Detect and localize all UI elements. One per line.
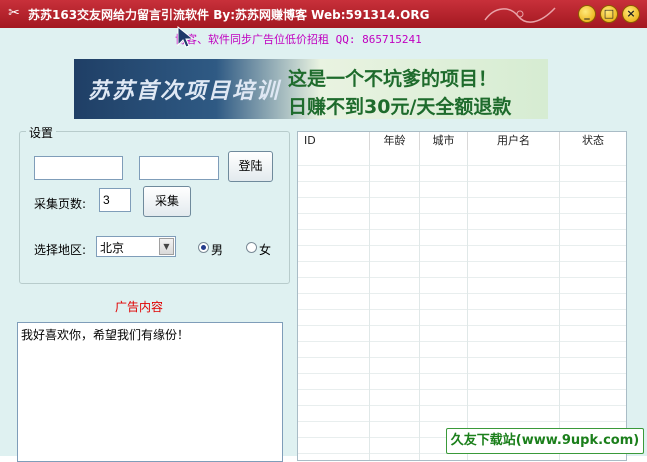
column-divider <box>369 150 370 460</box>
settings-legend: 设置 <box>26 124 57 141</box>
login-button[interactable]: 登陆 <box>228 151 273 182</box>
col-id[interactable]: ID <box>298 132 370 150</box>
region-label: 选择地区: <box>34 243 87 257</box>
col-username[interactable]: 用户名 <box>468 132 560 150</box>
training-banner[interactable]: 苏苏首次项目培训 这是一个不坑爹的项目！ 日赚不到30元/天全额退款 <box>74 59 548 119</box>
ad-content-title: 广告内容 <box>115 300 164 314</box>
minimize-button[interactable]: _ <box>578 5 596 23</box>
col-status[interactable]: 状态 <box>560 132 626 150</box>
col-city[interactable]: 城市 <box>420 132 468 150</box>
col-age[interactable]: 年龄 <box>370 132 420 150</box>
banner-left-text: 苏苏首次项目培训 <box>88 78 281 104</box>
chevron-down-icon[interactable]: ▼ <box>159 238 174 255</box>
site-watermark: 久友下载站(www.9upk.com) <box>446 428 644 454</box>
pages-input[interactable] <box>99 188 131 212</box>
table-header: ID 年龄 城市 用户名 状态 <box>298 132 626 151</box>
ad-content-textarea[interactable]: 我好喜欢你，希望我们有缘份！ <box>17 322 283 462</box>
radio-male-label[interactable]: 男 <box>211 241 223 258</box>
column-divider <box>419 150 420 460</box>
region-value: 北京 <box>100 241 125 255</box>
radio-male[interactable] <box>198 242 209 253</box>
username-input[interactable] <box>34 156 123 180</box>
mouse-cursor-icon <box>177 26 195 48</box>
password-input[interactable] <box>139 156 219 180</box>
results-table[interactable]: ID 年龄 城市 用户名 状态 <box>297 131 627 461</box>
column-divider <box>467 150 468 460</box>
table-body[interactable] <box>298 150 626 460</box>
pages-label: 采集页数: <box>34 197 87 211</box>
banner-line2: 日赚不到30元/天全额退款 <box>288 96 512 118</box>
title-bar[interactable]: ✂ 苏苏163交友网给力留言引流软件 By:苏苏网赚博客 Web:591314.… <box>0 0 647 28</box>
ribbon-icon: ✂ <box>8 5 20 21</box>
window-title: 苏苏163交友网给力留言引流软件 By:苏苏网赚博客 Web:591314.OR… <box>28 8 430 22</box>
column-divider <box>559 150 560 460</box>
radio-female[interactable] <box>246 242 257 253</box>
close-button[interactable]: × <box>622 5 640 23</box>
region-select[interactable]: 北京 ▼ <box>96 236 176 257</box>
maximize-button[interactable]: □ <box>600 5 618 23</box>
marquee-ad-text: 博客、软件同步广告位低价招租 QQ: 865715241 <box>175 33 422 46</box>
collect-button[interactable]: 采集 <box>143 186 191 217</box>
radio-female-label[interactable]: 女 <box>259 241 271 258</box>
banner-line1: 这是一个不坑爹的项目！ <box>288 68 498 90</box>
swirl-decoration-icon <box>484 7 556 23</box>
main-window: ✂ 苏苏163交友网给力留言引流软件 By:苏苏网赚博客 Web:591314.… <box>0 0 647 462</box>
